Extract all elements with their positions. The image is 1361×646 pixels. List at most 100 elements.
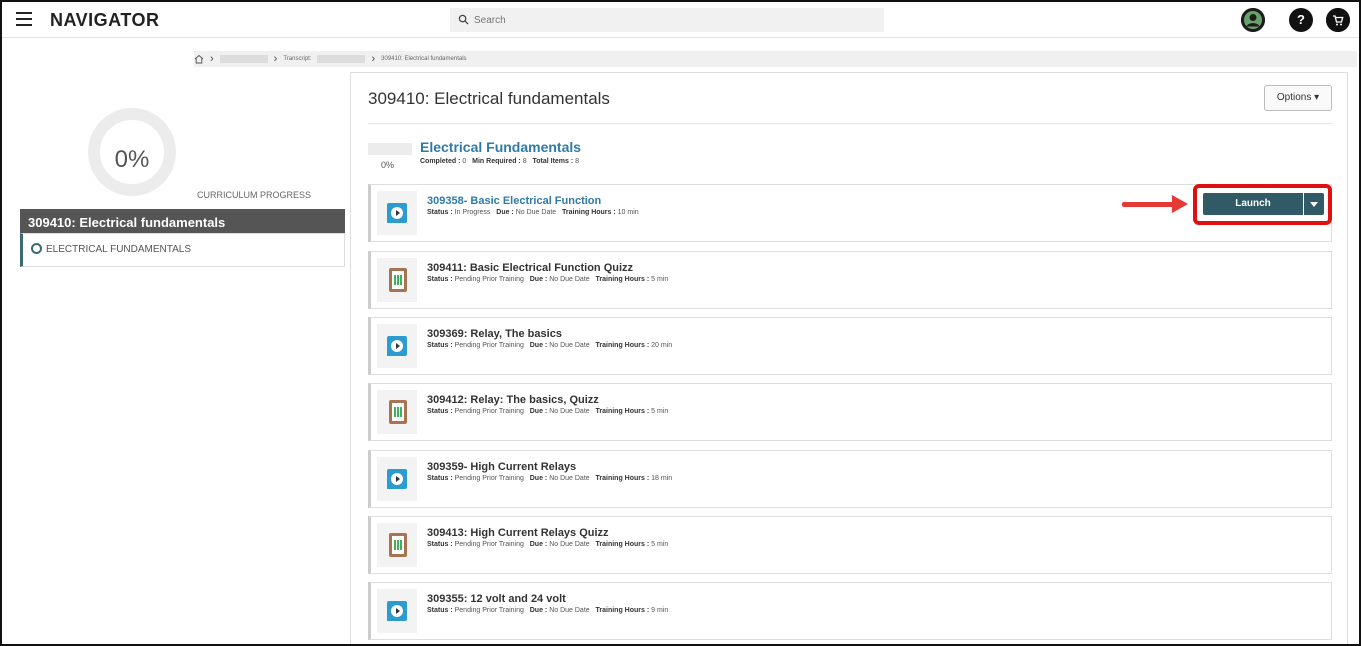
item-thumbnail	[377, 324, 417, 368]
total-items-value: 8	[575, 158, 580, 165]
item-title[interactable]: 309358- Basic Electrical Function	[427, 195, 601, 207]
list-item: 309413: High Current Relays Quizz Status…	[368, 516, 1332, 574]
progress-label: CURRICULUM PROGRESS	[196, 190, 311, 200]
due-label: Due :	[529, 342, 548, 349]
item-thumbnail	[377, 390, 417, 434]
breadcrumb-transcript[interactable]: Transcript:	[283, 56, 311, 62]
due-label: Due :	[529, 475, 548, 482]
status-label: Status :	[427, 209, 453, 216]
list-item: 309355: 12 volt and 24 volt Status : Pen…	[368, 582, 1332, 640]
launch-dropdown-caret-icon[interactable]	[1304, 193, 1324, 215]
search-input[interactable]	[474, 11, 874, 29]
item-hours: 5 min	[651, 276, 669, 283]
min-required-value: 8	[522, 158, 527, 165]
list-item: 309359- High Current Relays Status : Pen…	[368, 450, 1332, 508]
item-due: No Due Date	[549, 475, 590, 482]
sidebar-item-label: ELECTRICAL FUNDAMENTALS	[46, 244, 192, 255]
status-label: Status :	[427, 342, 453, 349]
item-hours: 10 min	[617, 209, 639, 216]
total-items-label: Total Items :	[532, 158, 574, 165]
breadcrumb-redacted[interactable]	[317, 55, 366, 63]
help-icon[interactable]: ?	[1289, 8, 1313, 32]
item-hours: 20 min	[651, 342, 673, 349]
brand-logo: NAVIGATOR	[50, 10, 160, 30]
item-meta: Status : Pending Prior Training Due : No…	[427, 607, 668, 614]
due-label: Due :	[496, 209, 514, 216]
annotation-arrow-head	[1172, 195, 1188, 213]
curriculum-title: 309410: Electrical fundamentals	[20, 209, 345, 233]
section-meta: Completed : 0 Min Required : 8 Total Ite…	[420, 158, 579, 165]
due-label: Due :	[529, 541, 548, 548]
item-title: 309411: Basic Electrical Function Quizz	[427, 262, 634, 274]
video-play-icon	[387, 601, 407, 621]
list-item: 309411: Basic Electrical Function Quizz …	[368, 251, 1332, 309]
hours-label: Training Hours :	[595, 607, 650, 614]
item-status: Pending Prior Training	[454, 342, 524, 349]
item-status: Pending Prior Training	[454, 607, 524, 614]
hours-label: Training Hours :	[595, 541, 650, 548]
hours-label: Training Hours :	[595, 475, 650, 482]
item-status: Pending Prior Training	[454, 541, 524, 548]
breadcrumb-current: 309410: Electrical fundamentals	[381, 56, 467, 62]
launch-highlight-box: Launch	[1193, 184, 1332, 225]
search-box[interactable]	[450, 8, 884, 32]
due-label: Due :	[529, 276, 548, 283]
item-due: No Due Date	[549, 607, 590, 614]
quiz-clipboard-icon	[389, 533, 407, 557]
status-label: Status :	[427, 607, 453, 614]
options-label: Options	[1276, 92, 1312, 103]
breadcrumb-redacted[interactable]	[219, 55, 268, 63]
item-meta: Status : Pending Prior Training Due : No…	[427, 408, 668, 415]
item-title: 309355: 12 volt and 24 volt	[427, 593, 566, 605]
item-due: No Due Date	[549, 276, 590, 283]
section-title[interactable]: Electrical Fundamentals	[420, 139, 581, 155]
quiz-clipboard-icon	[389, 268, 407, 292]
progress-percent: 0%	[114, 146, 150, 173]
item-thumbnail	[377, 589, 417, 633]
status-label: Status :	[427, 408, 453, 415]
list-item: 309369: Relay, The basics Status : Pendi…	[368, 317, 1332, 375]
item-title: 309413: High Current Relays Quizz	[427, 527, 609, 539]
status-label: Status :	[427, 475, 453, 482]
user-avatar-icon[interactable]	[1241, 8, 1265, 32]
item-thumbnail	[377, 523, 417, 567]
item-title: 309359- High Current Relays	[427, 461, 577, 473]
item-meta: Status : Pending Prior Training Due : No…	[427, 342, 672, 349]
item-title: 309369: Relay, The basics	[427, 328, 562, 340]
item-hours: 9 min	[651, 607, 669, 614]
item-status: Pending Prior Training	[454, 475, 524, 482]
min-required-label: Min Required :	[472, 158, 521, 165]
divider	[368, 123, 1332, 124]
status-circle-icon	[31, 243, 42, 254]
curriculum-sidebar: 0% CURRICULUM PROGRESS 309410: Electrica…	[20, 78, 345, 268]
top-bar: NAVIGATOR ?	[2, 2, 1359, 38]
quiz-clipboard-icon	[389, 400, 407, 424]
launch-button[interactable]: Launch	[1203, 193, 1303, 215]
breadcrumb: › › Transcript: › 309410: Electrical fun…	[194, 52, 467, 66]
due-label: Due :	[529, 607, 548, 614]
item-due: No Due Date	[549, 541, 590, 548]
item-meta: Status : Pending Prior Training Due : No…	[427, 541, 668, 548]
due-label: Due :	[529, 408, 548, 415]
main-content: 309410: Electrical fundamentals Options …	[350, 72, 1348, 644]
video-play-icon	[387, 336, 407, 356]
status-label: Status :	[427, 541, 453, 548]
section-progress-percent: 0%	[381, 160, 395, 170]
cart-icon[interactable]	[1326, 8, 1350, 32]
hours-label: Training Hours :	[562, 209, 616, 216]
item-status: In Progress	[454, 209, 491, 216]
annotation-arrow	[1122, 202, 1176, 207]
sidebar-item-electrical-fundamentals[interactable]: ELECTRICAL FUNDAMENTALS	[20, 233, 345, 267]
item-status: Pending Prior Training	[454, 408, 524, 415]
item-status: Pending Prior Training	[454, 276, 524, 283]
options-button[interactable]: Options ▾	[1264, 85, 1332, 111]
chevron-right-icon: ›	[273, 53, 278, 65]
home-icon[interactable]	[194, 54, 204, 64]
hamburger-menu-icon[interactable]	[16, 12, 32, 26]
item-due: No Due Date	[549, 408, 590, 415]
item-meta: Status : Pending Prior Training Due : No…	[427, 276, 668, 283]
item-due: No Due Date	[515, 209, 557, 216]
status-label: Status :	[427, 276, 453, 283]
item-thumbnail	[377, 457, 417, 501]
list-item: 309358- Basic Electrical Function Status…	[368, 184, 1332, 242]
